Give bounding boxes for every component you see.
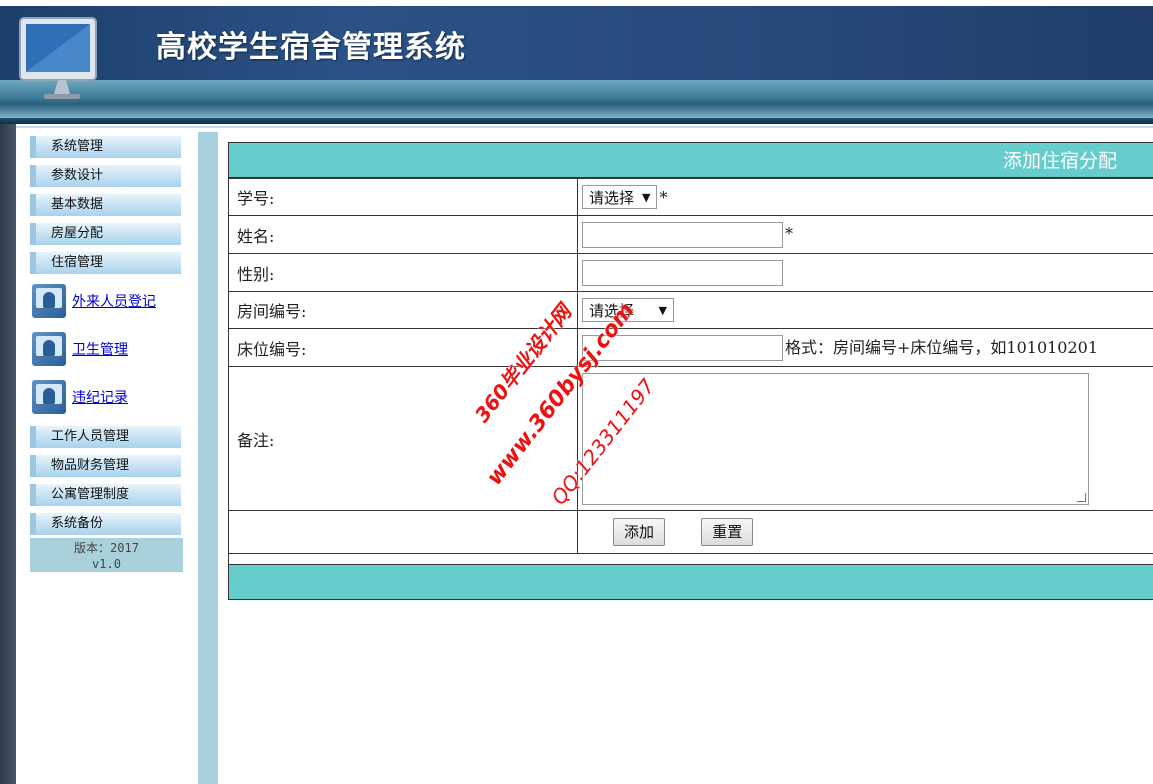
select-value: 请选择 [589, 188, 635, 207]
sidebar-item-backup[interactable]: 系统备份 [30, 513, 181, 535]
left-edge [0, 124, 16, 784]
header-band [0, 80, 1153, 120]
sidebar-item-staff[interactable]: 工作人员管理 [30, 426, 181, 448]
sidebar-item-lodging[interactable]: 住宿管理 [30, 252, 181, 274]
resize-grip-icon[interactable] [1077, 492, 1086, 502]
app-title: 高校学生宿舍管理系统 [156, 30, 466, 65]
sidebar-item-basic-data[interactable]: 基本数据 [30, 194, 181, 216]
user-window-icon [32, 284, 66, 318]
gender-input[interactable] [582, 259, 783, 286]
app-header: 高校学生宿舍管理系统 [0, 0, 1153, 124]
action-cell: 添加 重置 [577, 510, 1153, 554]
sidebar-link-discipline[interactable]: 违纪记录 [32, 379, 202, 415]
lodging-form: 学号: 请选择▼* 姓名: * 性别: 房间编号: 请选择▼ 床位编号: [228, 178, 1153, 554]
form-footer-bar [228, 564, 1153, 600]
bed-format-hint: 格式：房间编号+床位编号，如101010201 [785, 337, 1099, 357]
field-label: 学号: [228, 178, 578, 216]
form-row-room: 房间编号: 请选择 ▼ [228, 291, 1153, 329]
sidebar: 系统管理 参数设计 基本数据 房屋分配 住宿管理 外来人员登记 卫生管理 违纪记… [16, 132, 198, 784]
sidebar-link-visitor[interactable]: 外来人员登记 [32, 283, 202, 319]
form-row-bed: 床位编号: 格式：房间编号+床位编号，如101010201 [228, 328, 1153, 367]
sidebar-link-label[interactable]: 违纪记录 [72, 387, 128, 407]
field-value [577, 253, 1153, 292]
form-spacer [228, 554, 1153, 564]
field-label: 性别: [228, 253, 578, 292]
sidebar-item-system[interactable]: 系统管理 [30, 136, 181, 158]
sidebar-link-label[interactable]: 卫生管理 [72, 339, 128, 359]
user-window-icon [32, 332, 66, 366]
sidebar-item-room-allocation[interactable]: 房屋分配 [30, 223, 181, 245]
monitor-logo-icon [19, 17, 97, 99]
sidebar-item-params[interactable]: 参数设计 [30, 165, 181, 187]
field-label: 姓名: [228, 215, 578, 254]
version-line: 版本：2017 [74, 541, 139, 555]
name-input[interactable] [582, 221, 783, 248]
form-row-remark: 备注: [228, 366, 1153, 511]
student-id-select[interactable]: 请选择 ▼ [582, 185, 658, 209]
required-mark: * [659, 187, 668, 207]
field-value: 请选择 ▼ * [577, 178, 1153, 216]
form-row-gender: 性别: [228, 253, 1153, 292]
empty-cell [228, 510, 578, 554]
form-row-actions: 添加 重置 [228, 510, 1153, 554]
add-button[interactable]: 添加 [613, 518, 666, 546]
form-row-name: 姓名: * [228, 215, 1153, 254]
main-content: 添加住宿分配 学号: 请选择 ▼ * 姓名: * 性别: 房间编号: 请选择▼ [228, 142, 1153, 600]
required-mark: * [785, 224, 793, 243]
sidebar-link-hygiene[interactable]: 卫生管理 [32, 331, 202, 367]
sidebar-link-label[interactable]: 外来人员登记 [72, 291, 156, 311]
field-label: 房间编号: [228, 291, 578, 329]
field-value [577, 366, 1153, 511]
sidebar-divider [198, 132, 218, 784]
form-heading: 添加住宿分配 [228, 142, 1153, 178]
version-line: v1.0 [92, 557, 121, 571]
form-row-student-id: 学号: 请选择 ▼ * [228, 178, 1153, 216]
reset-button[interactable]: 重置 [701, 518, 754, 546]
field-value: * [577, 215, 1153, 254]
sidebar-item-finance[interactable]: 物品财务管理 [30, 455, 181, 477]
remark-textarea[interactable] [582, 372, 1089, 505]
chevron-down-icon: ▼ [658, 303, 667, 317]
user-window-icon [32, 380, 66, 414]
chevron-down-icon: ▼ [642, 190, 651, 204]
field-value: 格式：房间编号+床位编号，如101010201 [577, 328, 1153, 367]
sidebar-item-rules[interactable]: 公寓管理制度 [30, 484, 181, 506]
field-value: 请选择 ▼ [577, 291, 1153, 329]
version-info: 版本：2017 v1.0 [30, 538, 183, 572]
